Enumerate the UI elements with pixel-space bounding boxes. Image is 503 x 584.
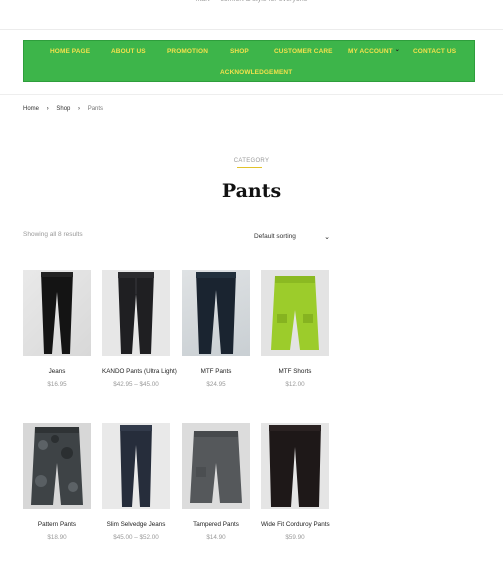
product-card[interactable]: Tampered Pants $14.90 <box>182 423 250 541</box>
product-price: $59.90 <box>285 534 305 541</box>
product-name[interactable]: Pattern Pants <box>23 521 91 528</box>
nav-home-page[interactable]: HOME PAGE <box>50 48 90 55</box>
product-card[interactable]: Slim Selvedge Jeans $45.00 – $52.00 <box>102 423 170 541</box>
chevron-right-icon: › <box>78 106 81 112</box>
product-card[interactable]: MTF Shorts $12.00 <box>261 270 329 388</box>
chevron-down-icon: ⌄ <box>324 234 330 241</box>
product-price: $45.00 – $52.00 <box>113 534 159 541</box>
product-card[interactable]: MTF Pants $24.95 <box>182 270 250 388</box>
navy-pants-icon[interactable] <box>182 270 250 356</box>
breadcrumb-current: Pants <box>87 106 104 112</box>
product-name[interactable]: MTF Pants <box>182 368 250 375</box>
nav-customer-care[interactable]: CUSTOMER CARE <box>274 48 333 55</box>
nav-contact-us[interactable]: CONTACT US <box>413 48 456 55</box>
black-corduroy-icon[interactable] <box>261 423 329 509</box>
result-count: Showing all 8 results <box>23 231 83 238</box>
breadcrumb: Home › Shop › Pants <box>23 106 103 112</box>
nav-my-account[interactable]: MY ACCOUNT ⌄ <box>348 47 400 55</box>
chevron-right-icon: › <box>46 106 49 112</box>
nav-promotion[interactable]: PROMOTION <box>167 48 208 55</box>
product-price: $12.00 <box>285 381 305 388</box>
product-price: $18.90 <box>47 534 67 541</box>
nav-about-us[interactable]: ABOUT US <box>111 48 146 55</box>
product-card[interactable]: KANDO Pants (Ultra Light) $42.95 – $45.0… <box>102 270 177 388</box>
product-name[interactable]: MTF Shorts <box>261 368 329 375</box>
product-name[interactable]: Wide Fit Corduroy Pants <box>261 521 330 528</box>
nav-my-account-label: MY ACCOUNT <box>348 48 393 55</box>
page-title: Pants <box>221 180 282 202</box>
section-divider <box>0 94 503 95</box>
breadcrumb-shop[interactable]: Shop <box>56 106 70 112</box>
product-name[interactable]: Jeans <box>23 368 91 375</box>
top-tagline: mart — comfort & style for everyone <box>0 0 503 4</box>
breadcrumb-home[interactable]: Home <box>23 106 39 112</box>
product-name[interactable]: Tampered Pants <box>182 521 250 528</box>
sort-value: Default sorting <box>254 233 296 240</box>
product-price: $16.95 <box>47 381 67 388</box>
category-label: CATEGORY <box>233 158 270 164</box>
main-navigation: HOME PAGE ABOUT US PROMOTION SHOP CUSTOM… <box>23 40 475 82</box>
product-card[interactable]: Wide Fit Corduroy Pants $59.90 <box>261 423 330 541</box>
product-price: $24.95 <box>206 381 226 388</box>
nav-acknowledgement[interactable]: ACKNOWLEDGEMENT <box>220 69 292 76</box>
product-price: $42.95 – $45.00 <box>113 381 159 388</box>
grey-shorts-icon[interactable] <box>182 423 250 509</box>
product-card[interactable]: Jeans $16.95 <box>23 270 91 388</box>
chevron-down-icon: ⌄ <box>394 47 400 53</box>
product-name[interactable]: KANDO Pants (Ultra Light) <box>102 368 177 375</box>
dark-pants-icon[interactable] <box>102 270 170 356</box>
product-price: $14.90 <box>206 534 226 541</box>
camo-shorts-icon[interactable] <box>23 423 91 509</box>
product-name[interactable]: Slim Selvedge Jeans <box>102 521 170 528</box>
category-underline <box>237 167 262 168</box>
header-divider <box>0 29 503 30</box>
sort-dropdown[interactable]: Default sorting ⌄ <box>254 233 330 247</box>
nav-shop[interactable]: SHOP <box>230 48 249 55</box>
black-jeans-icon[interactable] <box>23 270 91 356</box>
product-card[interactable]: Pattern Pants $18.90 <box>23 423 91 541</box>
lime-shorts-icon[interactable] <box>261 270 329 356</box>
navy-jeans-icon[interactable] <box>102 423 170 509</box>
